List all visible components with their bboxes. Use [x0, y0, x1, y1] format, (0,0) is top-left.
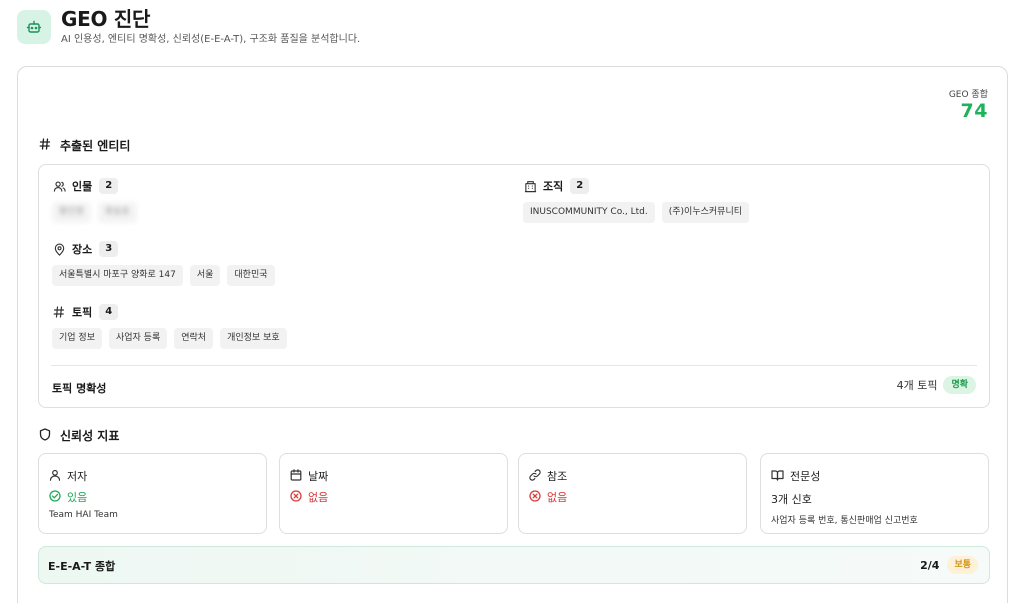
places-count: 3 — [99, 241, 119, 257]
entity-box: 인물 2 황인영 류승호 조직 2 INUSCOMMUNITY Co., Ltd… — [38, 164, 990, 408]
people-group: 인물 2 황인영 류승호 — [52, 177, 137, 223]
trust-card-date: 날짜 없음 — [279, 453, 508, 534]
topic-clarity-label: 토픽 명확성 — [52, 382, 107, 395]
topic-clarity-badge: 명확 — [943, 376, 976, 394]
building-icon — [523, 179, 537, 193]
organizations-group: 조직 2 INUSCOMMUNITY Co., Ltd. (주)이누스커뮤니티 — [523, 177, 750, 223]
topic-chip: 사업자 등록 — [108, 328, 168, 349]
topics-count: 4 — [99, 304, 119, 320]
topic-clarity-count: 4개 토픽 — [896, 379, 938, 392]
entities-section-title: 추출된 엔티티 — [39, 138, 130, 153]
geo-score-label: GEO 종합 — [948, 90, 988, 100]
robot-icon — [17, 10, 51, 44]
geo-score-value: 74 — [960, 100, 988, 122]
eeat-label: E-E-A-T 종합 — [48, 560, 116, 573]
calendar-icon — [290, 466, 302, 485]
people-label: 인물 — [72, 180, 93, 193]
entity-divider — [51, 365, 977, 366]
organization-chip: INUSCOMMUNITY Co., Ltd. — [523, 202, 655, 223]
page-subtitle: AI 인용성, 엔티티 명확성, 신뢰성(E-E-A-T), 구조화 품질을 분… — [61, 34, 361, 45]
user-icon — [49, 466, 61, 485]
person-chip: 류승호 — [97, 202, 137, 223]
link-icon — [529, 466, 541, 485]
hash-icon — [39, 138, 51, 153]
map-pin-icon — [52, 242, 66, 256]
check-circle-icon — [49, 489, 61, 505]
reference-label: 참조 — [547, 469, 568, 483]
place-chip: 서울 — [189, 265, 221, 286]
expertise-detail: 사업자 등록 번호, 통신판매업 신고번호 — [771, 516, 918, 526]
expertise-label: 전문성 — [790, 469, 821, 483]
place-chip: 대한민국 — [227, 265, 275, 286]
people-icon — [52, 179, 66, 193]
page-header: GEO 진단 AI 인용성, 엔티티 명확성, 신뢰성(E-E-A-T), 구조… — [17, 8, 1007, 52]
author-label: 저자 — [67, 469, 88, 483]
x-circle-icon — [529, 489, 541, 505]
shield-icon — [39, 428, 51, 444]
person-chip: 황인영 — [52, 202, 91, 223]
topic-clarity-summary: 4개 토픽 명확 — [897, 376, 976, 394]
page-title: GEO 진단 — [61, 7, 151, 31]
eeat-badge: 보통 — [947, 556, 978, 574]
author-detail: Team HAI Team — [49, 510, 118, 520]
x-circle-icon — [290, 489, 302, 505]
place-chip: 서울특별시 마포구 양화로 147 — [52, 265, 183, 286]
topic-chip: 기업 정보 — [52, 328, 102, 349]
topic-chip: 개인정보 보호 — [220, 328, 287, 349]
eeat-summary: E-E-A-T 종합 2/4 보통 — [38, 546, 990, 584]
people-count: 2 — [99, 178, 119, 194]
topics-label: 토픽 — [72, 306, 93, 319]
reference-status: 없음 — [529, 489, 567, 505]
author-status: 있음 — [49, 489, 87, 505]
trust-section-title: 신뢰성 지표 — [39, 428, 119, 444]
organizations-count: 2 — [570, 178, 590, 194]
geo-diagnosis-card: GEO 종합 74 추출된 엔티티 인물 2 황인영 류승호 조직 2 INUS… — [17, 66, 1008, 603]
places-group: 장소 3 서울특별시 마포구 양화로 147 서울 대한민국 — [52, 240, 275, 286]
book-icon — [771, 466, 784, 485]
date-status: 없음 — [290, 489, 328, 505]
topics-group: 토픽 4 기업 정보 사업자 등록 연락처 개인정보 보호 — [52, 303, 287, 349]
eeat-score: 2/4 — [920, 558, 940, 572]
trust-card-expertise: 전문성 3개 신호 사업자 등록 번호, 통신판매업 신고번호 — [760, 453, 989, 534]
date-label: 날짜 — [308, 469, 329, 483]
expertise-value: 3개 신호 — [771, 493, 812, 506]
places-label: 장소 — [72, 243, 93, 256]
topic-chip: 연락처 — [174, 328, 214, 349]
hash-icon — [52, 305, 66, 319]
trust-card-author: 저자 있음 Team HAI Team — [38, 453, 267, 534]
organization-chip: (주)이누스커뮤니티 — [661, 202, 750, 223]
trust-card-reference: 참조 없음 — [518, 453, 747, 534]
organizations-label: 조직 — [543, 180, 564, 193]
